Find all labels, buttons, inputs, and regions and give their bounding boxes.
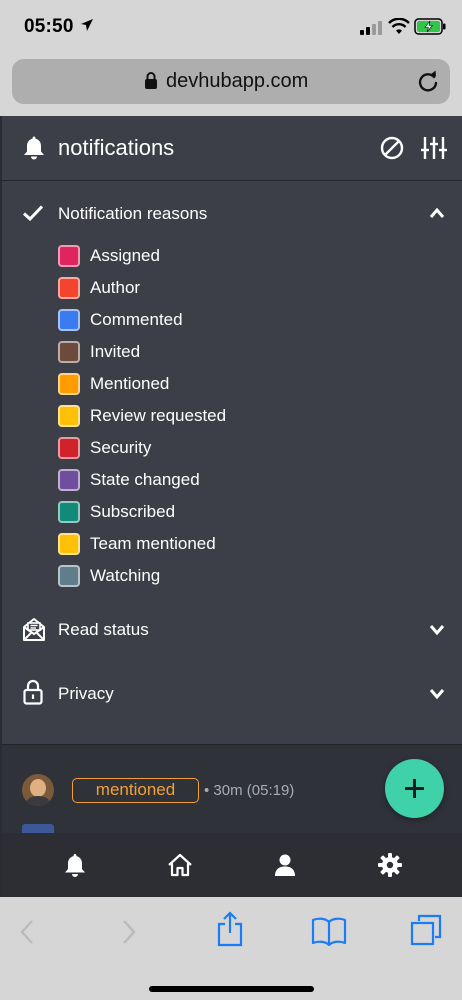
reason-item-mentioned[interactable]: Mentioned: [58, 373, 358, 397]
reason-checkbox[interactable]: [58, 405, 80, 427]
reason-item-author[interactable]: Author: [58, 277, 358, 301]
reason-label: Mentioned: [90, 374, 170, 393]
wifi-icon: [388, 18, 410, 34]
column-header: notifications: [2, 116, 462, 181]
home-indicator[interactable]: [149, 986, 314, 992]
reason-label: Watching: [90, 566, 161, 585]
privacy-header[interactable]: Privacy: [58, 684, 114, 704]
page-title: notifications: [58, 135, 175, 160]
reason-checkbox[interactable]: [58, 277, 80, 299]
reason-checkbox[interactable]: [58, 373, 80, 395]
devhub-app: notifications Notification reasons Assig…: [0, 116, 462, 897]
reason-item-team-mentioned[interactable]: Team mentioned: [58, 533, 358, 557]
lock-icon: [145, 72, 157, 89]
avatar-face: [30, 779, 46, 797]
reason-item-watching[interactable]: Watching: [58, 565, 358, 589]
reason-checkbox[interactable]: [58, 245, 80, 267]
reload-icon[interactable]: [417, 70, 439, 92]
user-icon[interactable]: [272, 852, 298, 878]
lock-icon: [23, 679, 43, 705]
check-icon: [22, 205, 44, 222]
clear-notifications-icon[interactable]: [380, 136, 404, 160]
reason-checkbox[interactable]: [58, 501, 80, 523]
reason-checkbox[interactable]: [58, 469, 80, 491]
envelope-open-icon: [23, 618, 45, 641]
bell-icon[interactable]: [62, 852, 88, 878]
reason-label: Author: [90, 278, 141, 297]
home-icon[interactable]: [167, 852, 193, 878]
reason-checkbox[interactable]: [58, 309, 80, 331]
safari-toolbar: [0, 897, 462, 1000]
cellular-signal-icon: [360, 21, 382, 35]
reason-label: Commented: [90, 310, 183, 329]
avatar-body: [26, 796, 50, 806]
reason-label: Security: [90, 438, 152, 457]
reason-label: Team mentioned: [90, 534, 216, 553]
ios-top-chrome: 05:50 devhubapp.com: [0, 0, 462, 116]
reason-item-assigned[interactable]: Assigned: [58, 245, 358, 269]
reason-label: Assigned: [90, 246, 160, 265]
location-arrow-icon: [81, 19, 93, 31]
facebook-icon: [22, 824, 54, 833]
reason-item-security[interactable]: Security: [58, 437, 358, 461]
read-status-header[interactable]: Read status: [58, 620, 149, 640]
share-icon[interactable]: [216, 911, 244, 947]
reason-item-invited[interactable]: Invited: [58, 341, 358, 365]
reason-item-commented[interactable]: Commented: [58, 309, 358, 333]
reason-item-review-requested[interactable]: Review requested: [58, 405, 358, 429]
filter-sliders-icon[interactable]: [421, 135, 447, 161]
battery-charging-icon: [414, 18, 446, 35]
avatar[interactable]: [22, 774, 54, 806]
reason-label: Subscribed: [90, 502, 176, 521]
back-icon[interactable]: [18, 919, 36, 945]
reason-label: State changed: [90, 470, 200, 489]
bell-icon: [24, 136, 44, 160]
chevron-down-icon[interactable]: [429, 623, 445, 635]
status-time: 05:50: [24, 16, 74, 37]
chevron-down-icon[interactable]: [429, 687, 445, 699]
reason-label: Review requested: [90, 406, 227, 425]
notification-timestamp: • 30m (05:19): [204, 782, 295, 799]
reason-label: Invited: [90, 342, 141, 361]
reason-checkbox[interactable]: [58, 565, 80, 587]
bottom-tab-bar: [2, 833, 462, 897]
tabs-icon[interactable]: [410, 914, 442, 946]
notification-reasons-header[interactable]: Notification reasons: [58, 204, 207, 224]
status-bar: 05:50: [0, 0, 462, 56]
gear-icon[interactable]: [377, 852, 403, 878]
forward-icon[interactable]: [120, 919, 138, 945]
reason-checkbox[interactable]: [58, 533, 80, 555]
reason-item-state-changed[interactable]: State changed: [58, 469, 358, 493]
reason-badge: mentioned: [72, 778, 199, 803]
address-url[interactable]: devhubapp.com: [166, 70, 308, 93]
reason-checkbox[interactable]: [58, 437, 80, 459]
reason-item-subscribed[interactable]: Subscribed: [58, 501, 358, 525]
chevron-up-icon[interactable]: [429, 207, 445, 219]
add-column-button[interactable]: [385, 759, 444, 818]
reason-checkbox[interactable]: [58, 341, 80, 363]
bookmarks-icon[interactable]: [311, 916, 347, 946]
plus-icon: [405, 779, 424, 798]
